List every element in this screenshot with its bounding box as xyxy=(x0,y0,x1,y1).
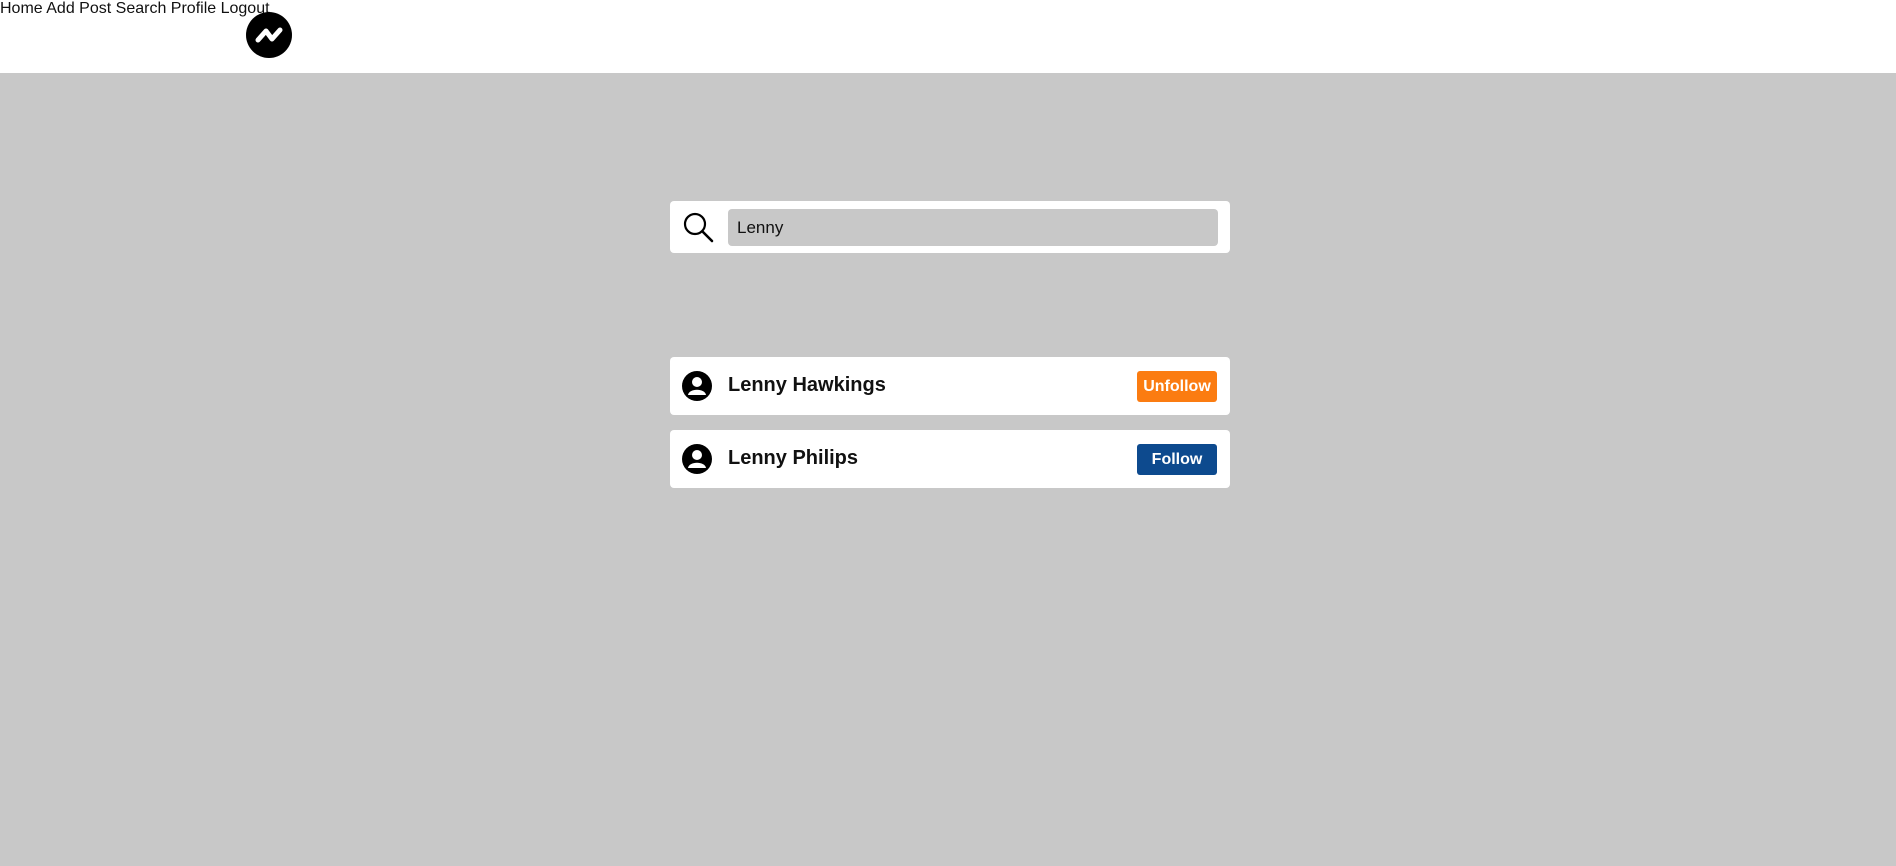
search-bar xyxy=(670,201,1230,253)
nav-profile[interactable]: Profile xyxy=(171,0,216,17)
list-item: Lenny Philips Follow xyxy=(670,430,1230,488)
user-avatar-icon xyxy=(682,444,712,474)
logo-icon[interactable] xyxy=(246,12,292,58)
list-item: Lenny Hawkings Unfollow xyxy=(670,357,1230,415)
user-name[interactable]: Lenny Hawkings xyxy=(728,374,886,397)
user-avatar-icon xyxy=(682,371,712,401)
search-icon[interactable] xyxy=(682,211,714,243)
user-name[interactable]: Lenny Philips xyxy=(728,447,858,470)
follow-button[interactable]: Follow xyxy=(1137,444,1217,475)
unfollow-button[interactable]: Unfollow xyxy=(1137,371,1217,402)
top-navigation-bar: Home Add Post Search Profile Logout xyxy=(0,0,1896,73)
trend-zigzag-logo-icon xyxy=(255,27,283,43)
search-input[interactable] xyxy=(728,209,1218,246)
nav-home[interactable]: Home xyxy=(0,0,43,17)
nav-search[interactable]: Search xyxy=(116,0,167,17)
nav-add-post[interactable]: Add Post xyxy=(46,0,111,17)
main-nav: Home Add Post Search Profile Logout xyxy=(0,0,1896,18)
